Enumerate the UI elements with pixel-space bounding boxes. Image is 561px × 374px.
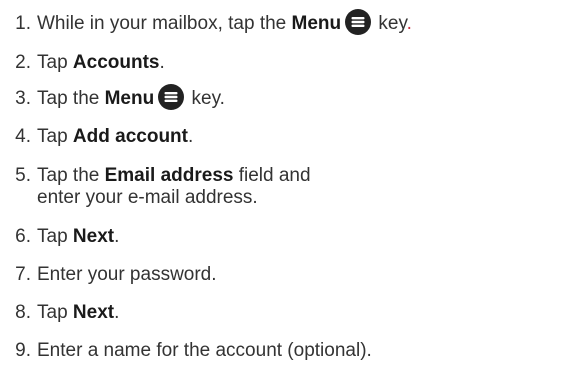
step-text: Tap Next. — [37, 302, 120, 323]
next-label: Next — [72, 302, 115, 323]
step-number: 8. — [15, 302, 31, 323]
step-7: 7. Enter your password. — [0, 264, 217, 286]
step-4: 4. Tap Add account. — [0, 126, 193, 148]
accounts-label: Accounts — [72, 52, 160, 73]
step-text: Tap the Email address field and enter you… — [37, 165, 311, 208]
step-5: 5. Tap the Email address field and enter … — [0, 165, 311, 209]
step-1: 1. While in your mailbox, tap the Menu k… — [0, 9, 412, 35]
step-text: Enter a name for the account (optional). — [37, 340, 372, 361]
step-text: Enter your password. — [37, 264, 217, 285]
menu-label: Menu — [104, 88, 155, 110]
step-number: 9. — [15, 340, 31, 361]
step-number: 1. — [15, 13, 31, 34]
step-text: While in your mailbox, tap the Menu key. — [37, 9, 412, 35]
menu-key-icon — [158, 84, 185, 110]
step-text-line2: enter your e-mail address. — [37, 187, 258, 208]
email-address-label: Email address — [104, 165, 234, 186]
step-number: 5. — [15, 165, 31, 186]
step-2: 2. Tap Accounts. — [0, 52, 165, 74]
step-8: 8. Tap Next. — [0, 302, 119, 324]
step-number: 6. — [15, 226, 31, 247]
step-text: Tap Next. — [37, 226, 120, 247]
step-number: 2. — [15, 52, 31, 73]
step-number: 4. — [15, 126, 31, 147]
menu-key-icon — [345, 9, 372, 35]
step-6: 6. Tap Next. — [0, 226, 119, 248]
step-number: 3. — [15, 88, 31, 109]
add-account-label: Add account — [72, 126, 188, 147]
step-9: 9. Enter a name for the account (optiona… — [0, 340, 372, 362]
step-number: 7. — [15, 264, 31, 285]
instruction-list: 1. While in your mailbox, tap the Menu k… — [0, 0, 561, 374]
next-label: Next — [72, 226, 115, 247]
step-text: Tap the Menu key. — [37, 84, 225, 110]
menu-label: Menu — [291, 13, 342, 35]
step-text: Tap Accounts. — [37, 52, 165, 73]
step-text: Tap Add account. — [37, 126, 194, 147]
step-3: 3. Tap the Menu key. — [0, 84, 225, 110]
